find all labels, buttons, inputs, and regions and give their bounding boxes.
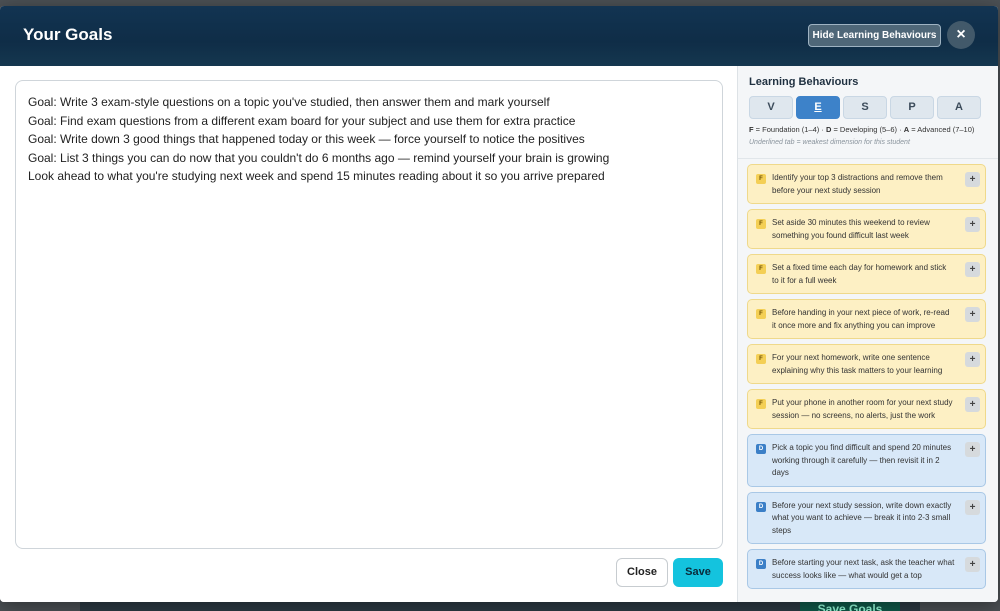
- behaviour-text: Before starting your next task, ask the …: [772, 558, 955, 580]
- tab-p[interactable]: P: [890, 96, 934, 119]
- level-legend: F = Foundation (1–4) · D = Developing (5…: [749, 125, 974, 134]
- behaviour-text: For your next homework, write one senten…: [772, 353, 943, 375]
- behaviour-card: F Set a fixed time each day for homework …: [747, 254, 986, 294]
- behaviour-card: F Put your phone in another room for your…: [747, 389, 986, 429]
- level-badge: F: [756, 354, 766, 364]
- sidebar-header: Learning Behaviours V E S P A F = Founda…: [738, 66, 998, 159]
- legend-note: Underlined tab = weakest dimension for t…: [749, 139, 910, 146]
- behaviour-card: F Before handing in your next piece of wo…: [747, 299, 986, 339]
- hide-learning-behaviours-button[interactable]: Hide Learning Behaviours: [808, 24, 941, 47]
- level-badge: F: [756, 219, 766, 229]
- behaviour-text: Before your next study session, write do…: [772, 500, 952, 535]
- legend-a-text: = Advanced (7–10): [909, 125, 975, 134]
- add-behaviour-button[interactable]: +: [965, 172, 980, 187]
- behaviour-card: F Identify your top 3 distractions and re…: [747, 164, 986, 204]
- add-behaviour-button[interactable]: +: [965, 262, 980, 277]
- tab-label: S: [861, 101, 869, 113]
- tab-s[interactable]: S: [843, 96, 887, 119]
- behaviour-card: D Pick a topic you find difficult and spe…: [747, 434, 986, 487]
- behaviour-card-list: F Identify your top 3 distractions and re…: [747, 164, 986, 594]
- add-behaviour-button[interactable]: +: [965, 499, 980, 515]
- sidebar-title: Learning Behaviours: [749, 76, 859, 88]
- tab-v[interactable]: V: [749, 96, 793, 119]
- behaviour-card: D Before starting your next task, ask the…: [747, 549, 986, 589]
- behaviour-text: Set aside 30 minutes this weekend to rev…: [772, 218, 930, 240]
- goal-line: Goal: List 3 things you can do now that …: [28, 150, 610, 165]
- legend-d-text: = Developing (5–6) ·: [831, 125, 904, 134]
- goals-panel: Goal: Write 3 exam-style questions on a …: [0, 66, 737, 602]
- close-icon[interactable]: ×: [947, 21, 975, 49]
- add-behaviour-button[interactable]: +: [965, 217, 980, 232]
- goal-line: Goal: Find exam questions from a differe…: [28, 113, 576, 128]
- level-badge: D: [756, 444, 766, 454]
- save-button[interactable]: Save: [673, 558, 723, 587]
- behaviour-card: F For your next homework, write one sente…: [747, 344, 986, 384]
- add-behaviour-button[interactable]: +: [965, 397, 980, 412]
- behaviour-text: Pick a topic you find difficult and spen…: [772, 443, 952, 477]
- level-badge: F: [756, 309, 766, 319]
- add-behaviour-button[interactable]: +: [965, 442, 980, 457]
- goal-line: Look ahead to what you're studying next …: [28, 169, 605, 183]
- tab-label: A: [955, 101, 963, 113]
- behaviour-card: F Set aside 30 minutes this weekend to re…: [747, 209, 986, 249]
- legend-f-text: = Foundation (1–4) ·: [753, 125, 826, 134]
- dimension-tabs: V E S P A: [749, 96, 981, 119]
- goal-line: Goal: Write down 3 good things that happ…: [28, 132, 585, 146]
- level-badge: F: [756, 174, 766, 184]
- behaviour-text: Before handing in your next piece of wor…: [772, 308, 950, 330]
- goals-modal: Your Goals Hide Learning Behaviours × Go…: [0, 6, 998, 602]
- level-badge: D: [756, 559, 766, 569]
- level-badge: F: [756, 399, 766, 409]
- close-button[interactable]: Close: [616, 558, 668, 587]
- level-badge: D: [756, 501, 766, 512]
- tab-label: V: [767, 101, 775, 113]
- level-badge: F: [756, 264, 766, 274]
- add-behaviour-button[interactable]: +: [965, 352, 980, 367]
- goals-textarea[interactable]: Goal: Write 3 exam-style questions on a …: [15, 80, 723, 549]
- learning-behaviours-sidebar: Learning Behaviours V E S P A F = Founda…: [737, 66, 998, 602]
- tab-label: E: [814, 101, 822, 113]
- tab-e[interactable]: E: [796, 96, 840, 119]
- tab-label: P: [908, 101, 916, 113]
- modal-title: Your Goals: [23, 25, 113, 44]
- tab-a[interactable]: A: [937, 96, 981, 119]
- modal-header: Your Goals Hide Learning Behaviours ×: [0, 6, 998, 66]
- add-behaviour-button[interactable]: +: [965, 557, 980, 572]
- behaviour-text: Set a fixed time each day for homework a…: [772, 263, 947, 285]
- behaviour-text: Put your phone in another room for your …: [772, 398, 953, 420]
- behaviour-card: D Before your next study session, write d…: [747, 491, 986, 544]
- add-behaviour-button[interactable]: +: [965, 307, 980, 322]
- goal-line: Goal: Write 3 exam-style questions on a …: [28, 95, 550, 109]
- behaviour-text: Identify your top 3 distractions and rem…: [772, 173, 943, 195]
